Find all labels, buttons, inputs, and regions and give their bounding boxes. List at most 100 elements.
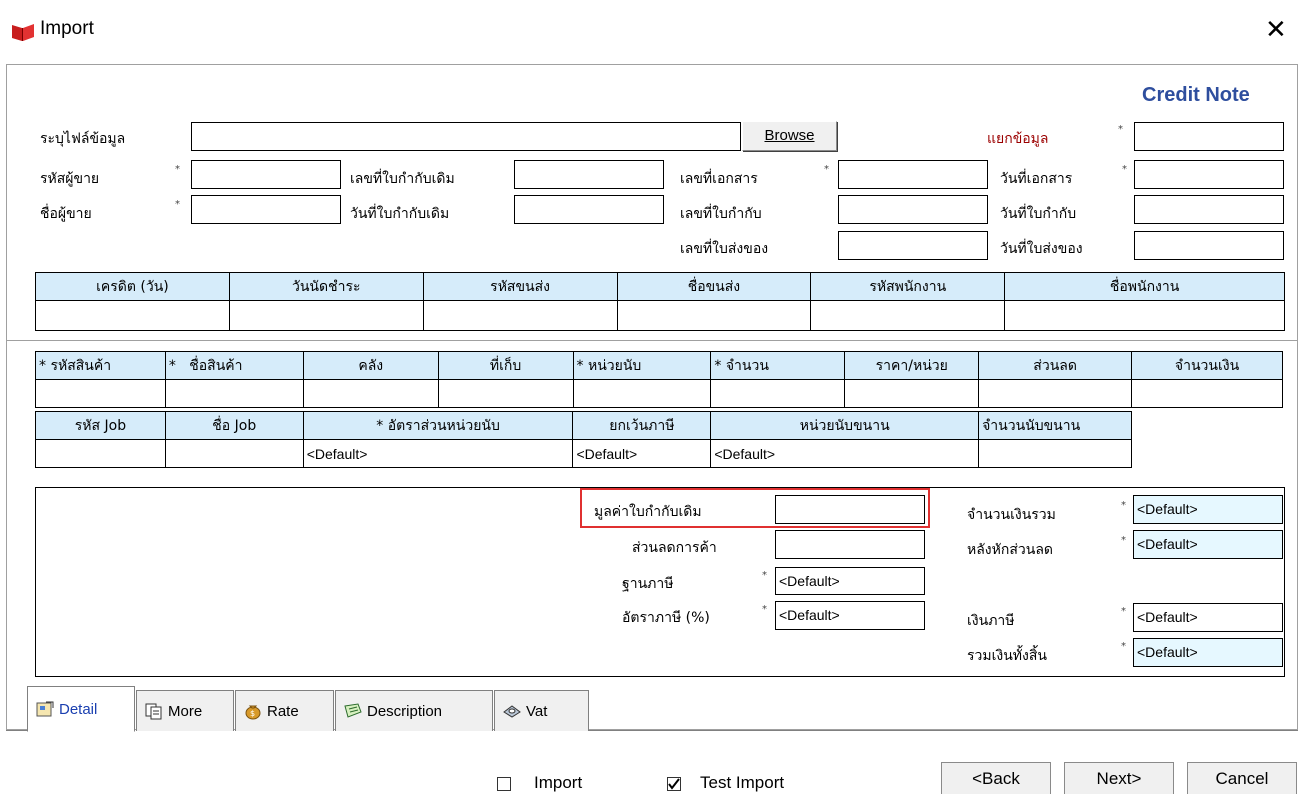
grid-cell[interactable] <box>810 300 1006 331</box>
tax-base-input[interactable]: <Default> <box>775 567 925 595</box>
tab-strip-line <box>589 730 1298 731</box>
grid-cell[interactable] <box>978 439 1132 468</box>
close-icon[interactable]: ✕ <box>1265 14 1287 45</box>
grid-header: ชื่อ Job <box>164 411 304 440</box>
svg-text:$: $ <box>250 709 255 718</box>
orig-value-label: มูลค่าใบกำกับเดิม <box>594 504 702 520</box>
orig-invoice-no-input[interactable] <box>514 160 664 189</box>
required-mark: * <box>1121 641 1126 652</box>
delivery-date-label: วันที่ใบส่งของ <box>1000 241 1083 257</box>
grid-header: ชื่อพนักงาน <box>1004 272 1285 301</box>
tax-invoice-date-label: วันที่ใบกำกับ <box>1000 206 1077 222</box>
orig-value-input[interactable] <box>775 495 925 524</box>
tax-invoice-no-input[interactable] <box>838 195 988 224</box>
grid-cell[interactable]: <Default> <box>710 439 980 468</box>
tab-description[interactable]: Description <box>335 690 493 731</box>
orig-invoice-date-input[interactable] <box>514 195 664 224</box>
grid-header: * รหัสสินค้า <box>35 351 166 380</box>
grid-header: ที่เก็บ <box>437 351 574 380</box>
total-amount-input[interactable]: <Default> <box>1133 495 1283 524</box>
seller-code-input[interactable] <box>191 160 341 189</box>
grand-total-label: รวมเงินทั้งสิ้น <box>967 648 1047 664</box>
trade-discount-input[interactable] <box>775 530 925 559</box>
file-path-input[interactable] <box>191 122 741 151</box>
delivery-date-input[interactable] <box>1134 231 1284 260</box>
grid-cell[interactable] <box>35 439 166 468</box>
grid-cell[interactable] <box>35 300 230 331</box>
grid-cell[interactable] <box>422 300 618 331</box>
next-button[interactable]: Next> <box>1064 762 1174 794</box>
test-import-checkbox-label: Test Import <box>700 773 785 792</box>
required-mark: * <box>1122 164 1127 175</box>
grid-cell[interactable] <box>1131 379 1283 408</box>
grid-header-text: ชื่อสินค้า <box>189 357 243 374</box>
money-bag-icon: $ <box>245 705 261 720</box>
grid-cell[interactable] <box>164 379 304 408</box>
delivery-no-label: เลขที่ใบส่งของ <box>680 241 769 257</box>
tab-more[interactable]: More <box>136 690 234 731</box>
grid-cell[interactable] <box>437 379 574 408</box>
browse-button[interactable]: Browse <box>742 121 837 151</box>
tax-rate-input[interactable]: <Default> <box>775 601 925 630</box>
grid-header: รหัสขนส่ง <box>422 272 618 301</box>
item-grid-extra: รหัส Job ชื่อ Job * อัตราส่วนหน่วยนับ ยก… <box>35 411 1132 468</box>
grand-total-input[interactable]: <Default> <box>1133 638 1283 667</box>
grid-cell[interactable] <box>302 379 439 408</box>
vat-icon <box>503 705 521 718</box>
doc-no-label: เลขที่เอกสาร <box>680 171 758 187</box>
tab-label: Rate <box>267 702 299 720</box>
grid-header: * อัตราส่วนหน่วยนับ <box>302 411 574 440</box>
grid-header: * หน่วยนับ <box>572 351 712 380</box>
grid-cell[interactable] <box>844 379 980 408</box>
tab-vat[interactable]: Vat <box>494 690 589 731</box>
grid-header: รหัส Job <box>35 411 166 440</box>
grid-cell[interactable]: <Default> <box>302 439 574 468</box>
grid-header: ยกเว้นภาษี <box>572 411 712 440</box>
grid-cell[interactable] <box>228 300 424 331</box>
tab-label: Vat <box>526 702 548 720</box>
grid-header: วันนัดชำระ <box>228 272 424 301</box>
total-amount-label: จำนวนเงินรวม <box>967 507 1056 523</box>
required-mark: * <box>1118 124 1123 135</box>
grid-cell[interactable]: <Default> <box>572 439 712 468</box>
back-button[interactable]: <Back <box>941 762 1051 794</box>
tax-invoice-date-input[interactable] <box>1134 195 1284 224</box>
after-discount-input[interactable]: <Default> <box>1133 530 1283 559</box>
copy-icon <box>145 703 162 720</box>
file-label: ระบุไฟล์ข้อมูล <box>40 131 126 147</box>
credit-grid: เครดิต (วัน) วันนัดชำระ รหัสขนส่ง ชื่อขน… <box>35 272 1285 331</box>
orig-invoice-no-label: เลขที่ใบกำกับเดิม <box>350 171 455 187</box>
tab-rate[interactable]: $ Rate <box>235 690 334 731</box>
doc-no-input[interactable] <box>838 160 988 189</box>
tab-detail[interactable]: Detail <box>27 686 135 732</box>
test-import-checkbox[interactable] <box>667 777 681 791</box>
tax-amount-input[interactable]: <Default> <box>1133 603 1283 632</box>
grid-header: * ชื่อสินค้า <box>164 351 304 380</box>
grid-cell[interactable] <box>978 379 1133 408</box>
required-mark: * <box>168 357 176 374</box>
required-mark: * <box>1121 500 1126 511</box>
import-checkbox[interactable] <box>497 777 511 791</box>
grid-cell[interactable] <box>35 379 166 408</box>
delivery-no-input[interactable] <box>838 231 988 260</box>
required-mark: * <box>175 199 180 210</box>
tab-label: Detail <box>59 700 98 718</box>
split-label: แยกข้อมูล <box>987 131 1049 147</box>
grid-header: ส่วนลด <box>978 351 1133 380</box>
grid-cell[interactable] <box>710 379 846 408</box>
grid-cell[interactable] <box>572 379 712 408</box>
after-discount-label: หลังหักส่วนลด <box>967 542 1053 558</box>
grid-cell[interactable] <box>1004 300 1285 331</box>
tab-strip-line <box>6 730 27 731</box>
grid-cell[interactable] <box>616 300 812 331</box>
grid-header: หน่วยนับขนาน <box>710 411 980 440</box>
cancel-button[interactable]: Cancel <box>1187 762 1297 794</box>
tab-label: Description <box>367 702 443 720</box>
seller-name-input[interactable] <box>191 195 341 224</box>
import-checkbox-label: Import <box>534 773 583 792</box>
split-input[interactable] <box>1134 122 1284 151</box>
grid-cell[interactable] <box>164 439 304 468</box>
required-mark: * <box>762 570 767 581</box>
required-mark: * <box>762 604 767 615</box>
doc-date-input[interactable] <box>1134 160 1284 189</box>
